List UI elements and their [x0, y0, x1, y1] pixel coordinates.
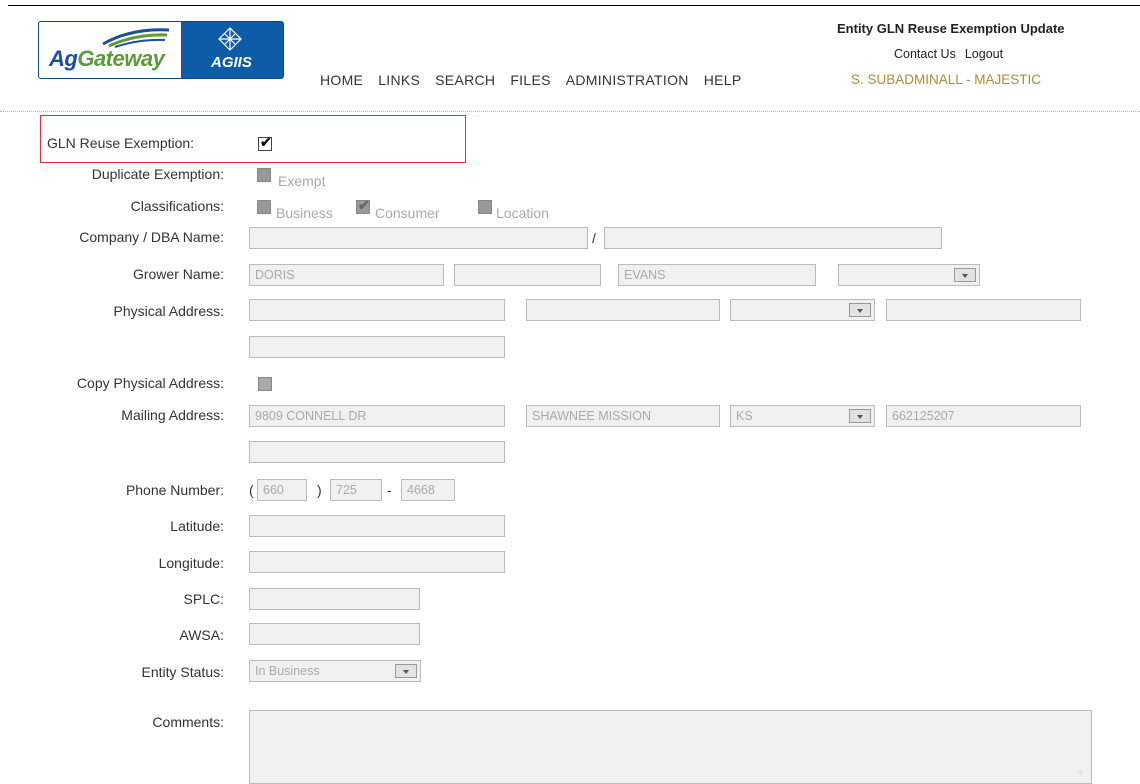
phone-line-input[interactable]: 4668	[401, 479, 455, 501]
checkmark-icon: ✔	[260, 134, 272, 150]
phone-prefix-input[interactable]: 725	[330, 479, 382, 501]
logout-link[interactable]: Logout	[965, 47, 1003, 61]
gln-reuse-label: GLN Reuse Exemption:	[47, 135, 195, 151]
grower-middle-name-input[interactable]	[454, 264, 601, 286]
resize-grip-icon[interactable]: ⁘	[1076, 768, 1085, 779]
awsa-label: AWSA:	[179, 627, 224, 643]
copy-physical-address-label: Copy Physical Address:	[76, 375, 224, 391]
main-nav: HOME LINKS SEARCH FILES ADMINISTRATION HELP	[320, 72, 756, 88]
dropdown-arrow-icon	[395, 664, 417, 678]
classification-location-label: Location	[496, 205, 549, 221]
splc-label: SPLC:	[183, 591, 224, 607]
duplicate-exempt-checkbox[interactable]	[257, 168, 271, 182]
dba-name-input[interactable]	[604, 227, 942, 249]
swoosh-icon	[102, 28, 170, 48]
comments-label: Comments:	[152, 714, 224, 730]
grower-name-label: Grower Name:	[132, 266, 224, 282]
duplicate-exemption-label: Duplicate Exemption:	[91, 166, 224, 182]
longitude-label: Longitude:	[158, 555, 224, 571]
entity-status-select[interactable]: In Business	[249, 660, 421, 682]
physical-line2-input[interactable]	[249, 336, 505, 358]
duplicate-exempt-option: Exempt	[278, 173, 326, 189]
physical-city-input[interactable]	[526, 299, 720, 321]
agiis-label: AGIIS	[211, 54, 252, 71]
contact-us-link[interactable]: Contact Us	[894, 47, 956, 61]
logo-text-ag: Ag	[49, 46, 78, 71]
nav-search[interactable]: SEARCH	[435, 72, 495, 88]
mailing-state-select[interactable]: KS	[730, 405, 875, 427]
phone-area-input[interactable]: 660	[257, 479, 307, 501]
nav-files[interactable]: FILES	[510, 72, 550, 88]
logo-wordmark: AgGateway	[49, 46, 165, 72]
splc-input[interactable]	[249, 588, 420, 610]
physical-zip-input[interactable]	[886, 299, 1081, 321]
classification-consumer-label: Consumer	[375, 205, 440, 221]
physical-state-select[interactable]	[730, 299, 875, 321]
entity-status-label: Entity Status:	[141, 664, 224, 680]
entity-status-value: In Business	[255, 664, 320, 678]
user-name: S. SUBADMINALL - MAJESTIC	[851, 72, 1042, 87]
classification-business-checkbox[interactable]	[257, 200, 271, 214]
header-divider	[0, 111, 1140, 112]
mailing-zip-input[interactable]: 662125207	[886, 405, 1081, 427]
classification-location-checkbox[interactable]	[478, 200, 492, 214]
nav-home[interactable]: HOME	[320, 72, 363, 88]
company-separator: /	[592, 230, 596, 246]
copy-physical-address-checkbox[interactable]	[258, 377, 272, 391]
top-links: Contact Us Logout	[894, 47, 1012, 61]
dropdown-arrow-icon	[849, 409, 871, 423]
grower-last-name-input[interactable]: EVANS	[618, 264, 816, 286]
logo-text-gateway: Gateway	[77, 46, 165, 71]
nav-administration[interactable]: ADMINISTRATION	[566, 72, 689, 88]
comments-textarea[interactable]: ⁘	[249, 710, 1092, 784]
phone-open-paren: (	[249, 482, 254, 498]
phone-number-label: Phone Number:	[125, 482, 224, 498]
latitude-input[interactable]	[249, 515, 505, 537]
dropdown-arrow-icon	[849, 303, 871, 317]
mailing-line2-input[interactable]	[249, 441, 505, 463]
company-name-input[interactable]	[249, 227, 588, 249]
dropdown-arrow-icon	[954, 268, 976, 282]
nav-links[interactable]: LINKS	[378, 72, 420, 88]
top-border	[8, 5, 1140, 6]
phone-dash: -	[387, 482, 392, 498]
grower-suffix-select[interactable]	[838, 264, 980, 286]
mailing-city-input[interactable]: SHAWNEE MISSION	[526, 405, 720, 427]
mailing-state-value: KS	[736, 409, 753, 423]
awsa-input[interactable]	[249, 623, 420, 645]
logo-left-panel: AgGateway	[39, 22, 181, 78]
aggateway-logo[interactable]: AgGateway AGIIS	[38, 21, 284, 79]
classifications-label: Classifications:	[130, 198, 224, 214]
phone-close-paren: )	[317, 482, 322, 498]
mailing-address-label: Mailing Address:	[121, 407, 224, 423]
company-dba-label: Company / DBA Name:	[79, 229, 224, 245]
checkmark-icon: ✔	[358, 197, 370, 213]
agiis-mark-icon	[218, 27, 242, 51]
mailing-line1-input[interactable]: 9809 CONNELL DR	[249, 405, 505, 427]
classification-consumer-checkbox[interactable]: ✔	[356, 197, 370, 214]
nav-help[interactable]: HELP	[704, 72, 742, 88]
grower-first-name-input[interactable]: DORIS	[249, 264, 444, 286]
physical-line1-input[interactable]	[249, 299, 505, 321]
gln-reuse-checkbox[interactable]: ✔	[258, 134, 272, 151]
physical-address-label: Physical Address:	[113, 303, 225, 319]
page-title: Entity GLN Reuse Exemption Update	[837, 21, 1065, 36]
longitude-input[interactable]	[249, 551, 505, 573]
classification-business-label: Business	[276, 205, 333, 221]
latitude-label: Latitude:	[170, 518, 224, 534]
